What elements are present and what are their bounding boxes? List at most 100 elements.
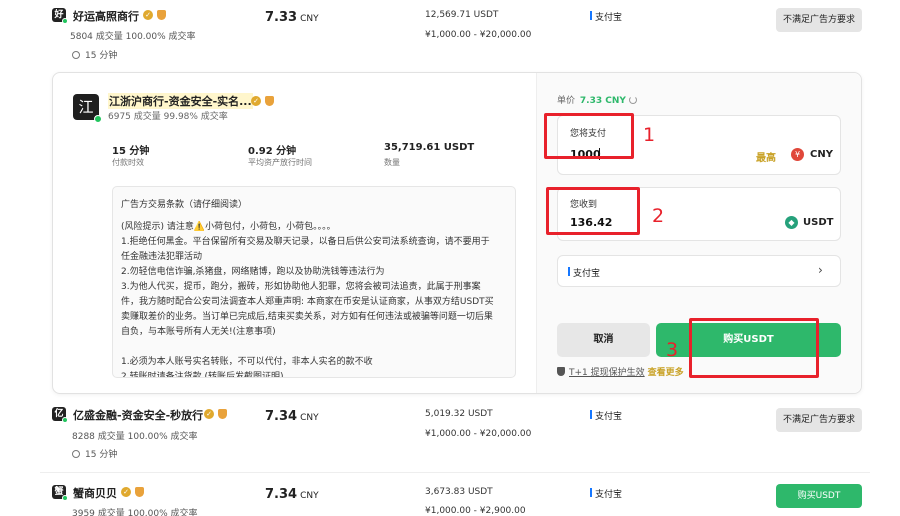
merchant-avatar[interactable]: 亿 [52,407,68,423]
payment-time: 15 分钟 [72,48,117,61]
cny-symbol: ¥ [794,150,801,159]
price-value: 7.33 [265,10,298,25]
unit-price-label: 单价 [557,96,576,106]
annotation-number: 1 [643,124,656,146]
verified-badge-icon: ✓ [121,487,131,497]
online-dot [94,115,102,123]
terms-line: 任金融违法犯罪活动 [121,252,203,262]
withdrawal-protection-note: T+1 提现保护生效 查看更多 [557,365,684,378]
requirement-not-met-button[interactable]: 不满足广告方要求 [776,8,862,32]
advertiser-info: 江 江浙沪商行-资金安全-实名... ✓ 6975 成交量 99.98% 成交率… [53,73,536,393]
payment-time-value: 15 分钟 [85,51,118,61]
merchant-avatar[interactable]: 蟹 [52,485,68,501]
payment-method: 支付宝 [590,10,622,23]
price-currency: CNY [300,14,319,24]
price-currency: CNY [300,491,319,501]
release-time-value: 0.92 分钟 [248,146,297,157]
unit-price-value: 7.33 CNY [579,96,626,106]
protection-text[interactable]: T+1 提现保护生效 [569,368,645,378]
available-amount: 5,019.32 USDT [425,409,493,419]
order-limit: ¥1,000.00 - ¥20,000.00 [425,30,532,40]
online-dot [62,417,68,423]
terms-line: 自负，与本账号所有人无关!(注意事项) [121,327,276,337]
shield-icon [557,367,565,376]
verified-badge-icon: ✓ [143,10,153,20]
shield-badge-icon [135,487,144,497]
payment-method: 支付宝 [590,487,622,500]
payment-time-label: 付款时效 [112,158,144,167]
price-currency: CNY [300,413,319,423]
online-dot [62,495,68,501]
merchant-stats: 3959 成交量 100.00% 成交率 [72,509,198,516]
verified-badge-icon: ✓ [204,409,214,419]
annotation-box-receive [546,187,640,235]
annotation-box-buy [689,318,819,378]
clock-icon [72,51,80,59]
annotation-number: 3 [666,339,679,361]
price: 7.34 CNY [265,409,319,424]
terms-title: 广告方交易条款（请仔细阅读） [121,200,248,210]
row-divider [40,472,870,473]
buy-usdt-button[interactable]: 购买USDT [776,484,862,508]
cancel-button[interactable]: 取消 [557,323,650,357]
annotation-box-pay [544,113,634,159]
pay-currency: CNY [810,149,833,160]
merchant-stats: 5804 成交量 100.00% 成交率 [70,32,196,42]
terms-line: 1.拒绝任何黑金。平台保留所有交易及聊天记录，以备日后供公安司法系统查询，请不要… [121,237,490,247]
cny-coin-icon: ¥ [791,148,804,161]
annotation-number: 2 [652,205,665,227]
available-amount: 12,569.71 USDT [425,10,499,20]
terms-line: (风险提示) 请注意⚠️小荷包付，小荷包，小荷包。。。。 [121,222,336,232]
merchant-name[interactable]: 好运高照商行 [73,8,139,24]
payment-method: 支付宝 [568,266,600,279]
payment-time-value: 15 分钟 [112,146,150,157]
price-value: 7.34 [265,487,298,502]
usdt-coin-icon: ◆ [785,216,798,229]
price: 7.33 CNY [265,10,319,25]
payment-time: 15 分钟 [72,447,117,460]
online-dot [62,18,68,24]
shield-badge-icon [218,409,227,419]
quantity-label: 数量 [384,158,400,167]
merchant-row: 亿 亿盛金融-资金安全-秒放行 ✓ 8288 成交量 100.00% 成交率 1… [0,400,900,470]
terms-line: 3.为他人代买，提币，跑分，搬砖，形如协助他人犯罪，您将会被司法追责，此属于刑事… [121,282,481,292]
requirement-not-met-button[interactable]: 不满足广告方要求 [776,408,862,432]
available-amount: 3,673.83 USDT [425,487,493,497]
payment-time-value: 15 分钟 [85,450,118,460]
receive-currency: USDT [803,217,834,228]
chevron-right-icon: › [818,263,823,277]
merchant-row: 蟹 蟹商贝贝 ✓ 3959 成交量 100.00% 成交率 7.34 CNY 3,… [0,476,900,516]
verified-badge-icon: ✓ [251,96,261,106]
shield-badge-icon [157,10,166,20]
merchant-row: 好 好运高照商行 ✓ 5804 成交量 100.00% 成交率 15 分钟 7.… [0,0,900,70]
max-button[interactable]: 最高 [756,149,776,164]
merchant-name[interactable]: 蟹商贝贝 [73,485,117,501]
terms-line: 件，我方随时配合公安司法调查本人郑重声明: 本商家在币安是认证商家，从事双方结U… [121,297,494,307]
p2p-market-page: 好 好运高照商行 ✓ 5804 成交量 100.00% 成交率 15 分钟 7.… [0,0,900,516]
refresh-icon[interactable] [628,96,637,104]
unit-price: 单价 7.33 CNY [557,93,637,106]
merchant-stats: 8288 成交量 100.00% 成交率 [72,432,198,442]
avatar-letter: 江 [78,98,94,116]
merchant-name[interactable]: 亿盛金融-资金安全-秒放行 [73,407,203,423]
merchant-avatar[interactable]: 好 [52,8,68,24]
terms-line: 卖赚取差价的业务。当订单已完成后,结束买卖关系，对方如有任何违法或被骗等问题一切… [121,312,493,322]
terms-line: 2.勿轻信电信诈骗,杀猪盘，网络赌博，跑以及协助洗钱等违法行为 [121,267,385,277]
release-time-label: 平均资产放行时间 [248,158,312,167]
advertiser-terms[interactable]: 广告方交易条款（请仔细阅读） (风险提示) 请注意⚠️小荷包付，小荷包，小荷包。… [112,186,516,378]
advertiser-stats: 6975 成交量 99.98% 成交率 [108,112,228,122]
shield-badge-icon [265,96,274,106]
order-limit: ¥1,000.00 - ¥2,900.00 [425,506,526,516]
advertiser-avatar[interactable]: 江 [73,94,102,123]
payment-method-select[interactable]: 支付宝 › [557,255,841,287]
price: 7.34 CNY [265,487,319,502]
terms-line: 2.转账时请备注货款 (转账后发截图证明) [121,372,284,378]
see-more-link[interactable]: 查看更多 [648,368,684,378]
advertiser-name[interactable]: 江浙沪商行-资金安全-实名... [108,93,253,109]
payment-method: 支付宝 [590,409,622,422]
terms-line: 1.必须为本人账号实名转账，不可以代付，非本人实名的款不收 [121,357,373,367]
order-limit: ¥1,000.00 - ¥20,000.00 [425,429,532,439]
clock-icon [72,450,80,458]
price-value: 7.34 [265,409,298,424]
quantity-value: 35,719.61 USDT [384,142,475,153]
